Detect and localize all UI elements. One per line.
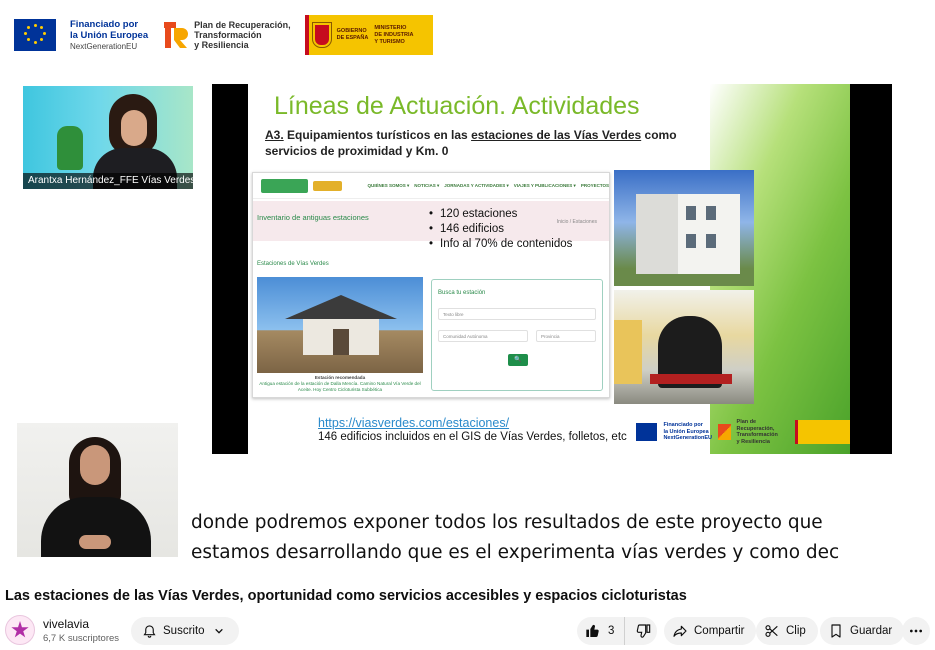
share-label: Compartir: [694, 625, 745, 637]
free-text-field: Texto libre: [438, 308, 596, 320]
slide-bullet-list: 120 estaciones 146 edificios Info al 70%…: [429, 207, 572, 252]
video-page: Financiado por la Unión Europea NextGene…: [0, 0, 935, 650]
province-select: Provincia: [536, 330, 596, 342]
dislike-button[interactable]: [625, 617, 661, 645]
subscriber-count: 6,7 K suscriptores: [43, 632, 120, 644]
thumbs-up-icon: [585, 623, 601, 639]
chevron-down-icon: [211, 623, 227, 639]
website-nav-item: NOTICIAS ▾: [414, 182, 440, 188]
eu-funding-text: Financiado por la Unión Europea NextGene…: [70, 18, 149, 51]
subscribe-label: Suscrito: [163, 625, 205, 637]
station-photo: [257, 277, 423, 373]
save-button[interactable]: Guardar: [820, 617, 905, 645]
clip-label: Clip: [786, 625, 806, 637]
prtr-tr-icon: [718, 424, 731, 440]
channel-avatar[interactable]: [5, 615, 35, 645]
slide-bullet: Info al 70% de contenidos: [429, 237, 572, 252]
website-title-band: Inventario de antiguas estaciones Inicio…: [253, 201, 609, 250]
plant-decoration: [57, 126, 83, 170]
presentation-slide: Líneas de Actuación. Actividades A3. Equ…: [248, 84, 850, 454]
region-select: Comunidad Autónoma: [438, 330, 528, 342]
caption-line: donde podremos exponer todos los resulta…: [191, 512, 823, 533]
website-nav-item: VIAJES Y PUBLICACIONES ▾: [513, 182, 576, 188]
prtr-logo: Plan de Recuperación, Transformación y R…: [162, 20, 291, 50]
caption-line: estamos desarrollando que es el experime…: [191, 542, 840, 563]
slide-footer-text: 146 edificios incluidos en el GIS de Vía…: [318, 431, 627, 443]
video-title: Las estaciones de las Vías Verdes, oport…: [5, 588, 687, 604]
scissors-icon: [764, 623, 780, 639]
website-nav-item: PROYECTOS: [580, 183, 609, 188]
channel-name[interactable]: vivelavia: [43, 617, 119, 631]
funding-banner: Financiado por la Unión Europea NextGene…: [14, 14, 433, 56]
slide-bullet: 120 estaciones: [429, 207, 572, 222]
like-dislike-group: 3: [577, 617, 657, 645]
slide-link: https://viasverdes.com/estaciones/: [318, 416, 510, 430]
eu-flag-icon: [14, 19, 56, 51]
more-horizontal-icon: [908, 623, 924, 639]
website-band-title: Inventario de antiguas estaciones: [257, 213, 369, 222]
thumbs-down-icon: [635, 623, 651, 639]
gobierno-espana-logo: [795, 420, 850, 444]
station-building-photo: [614, 170, 754, 286]
slide-title: Líneas de Actuación. Actividades: [274, 92, 640, 120]
website-screenshot: QUIÉNES SOMOS ▾ NOTICIAS ▾ JORNADAS Y AC…: [252, 172, 610, 398]
search-form-title: Busca tu estación: [438, 290, 486, 296]
share-button[interactable]: Compartir: [664, 617, 757, 645]
speaker-video-thumbnail: Arantxa Hernández_FFE Vías Verdes: [23, 86, 193, 189]
bookmark-icon: [828, 623, 844, 639]
save-label: Guardar: [850, 625, 893, 637]
gobierno-espana-logo: GOBIERNO DE ESPAÑA MINISTERIO DE INDUSTR…: [304, 15, 433, 55]
share-arrow-icon: [672, 623, 688, 639]
flower-icon: [11, 621, 29, 638]
slide-bullet: 146 edificios: [429, 222, 572, 237]
coat-of-arms-icon: [311, 22, 332, 48]
presentation-slide-frame: Líneas de Actuación. Actividades A3. Equ…: [212, 84, 892, 454]
like-count: 3: [608, 625, 615, 637]
sign-language-interpreter-video: [17, 423, 178, 557]
station-search-form: Busca tu estación Texto libre Comunidad …: [431, 279, 603, 391]
subscribed-button[interactable]: Suscrito: [131, 617, 239, 645]
like-button[interactable]: 3: [577, 617, 626, 645]
eu-flag-icon: [636, 423, 658, 441]
prtr-tr-icon: [162, 20, 190, 50]
steam-locomotive-photo: [614, 290, 754, 404]
live-caption: donde podremos exponer todos los resulta…: [191, 508, 891, 568]
bell-icon: [141, 623, 157, 639]
website-nav-item: QUIÉNES SOMOS ▾: [367, 182, 410, 188]
partner-logo: [313, 180, 343, 191]
website-nav: QUIÉNES SOMOS ▾ NOTICIAS ▾ JORNADAS Y AC…: [253, 173, 609, 199]
channel-info[interactable]: vivelavia 6,7 K suscriptores: [5, 615, 119, 645]
clip-button[interactable]: Clip: [756, 617, 818, 645]
viasverdes-logo: [261, 178, 309, 193]
station-photo-caption: Estación recomendada Antigua estación de…: [259, 375, 421, 392]
website-section-title: Estaciones de Vías Verdes: [257, 261, 329, 267]
speaker-name-label: Arantxa Hernández_FFE Vías Verdes: [23, 173, 193, 189]
search-icon: 🔍: [508, 354, 528, 366]
slide-subtitle: A3. Equipamientos turísticos en las esta…: [265, 128, 677, 158]
slide-funding-logos: Financiado por la Unión Europea NextGene…: [636, 418, 850, 446]
more-actions-button[interactable]: [902, 617, 930, 645]
website-nav-item: JORNADAS Y ACTIVIDADES ▾: [444, 182, 509, 188]
